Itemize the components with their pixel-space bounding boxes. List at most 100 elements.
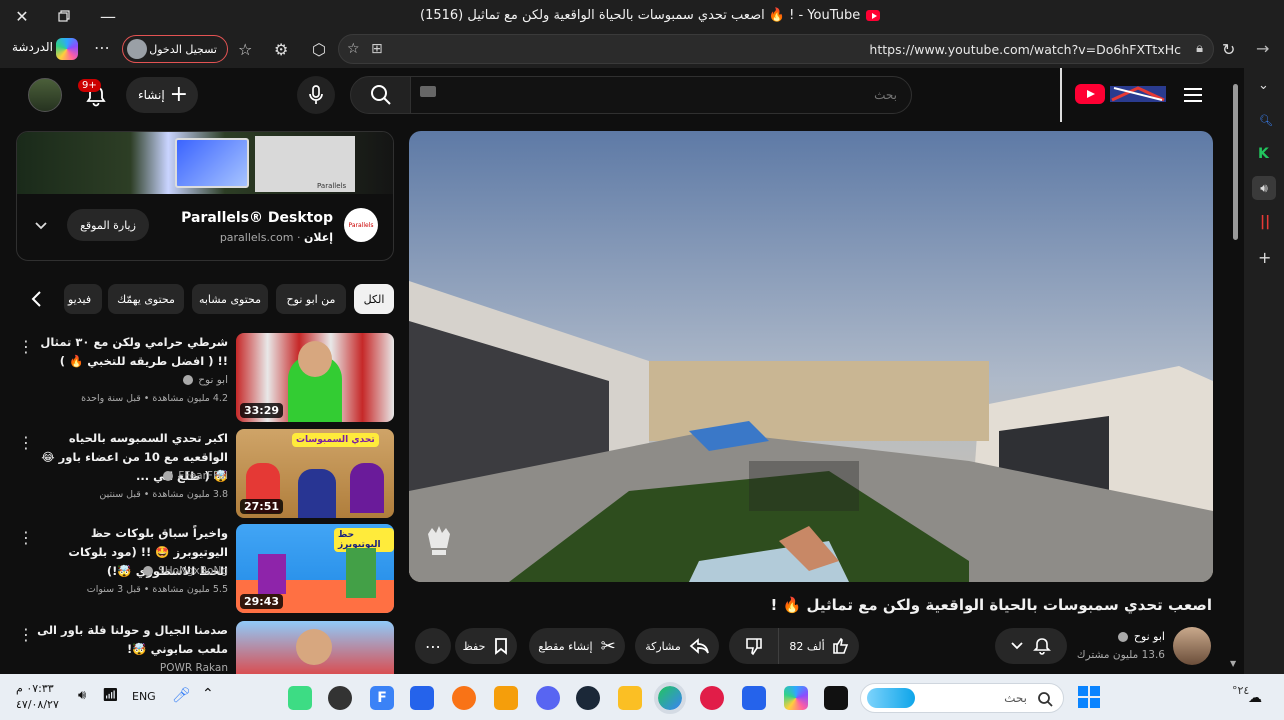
speaker-icon[interactable]: 🔊︎	[1252, 176, 1276, 200]
clock-time[interactable]: ٠٧:٣٣ م	[16, 682, 54, 695]
chip-videos[interactable]: فيديو	[64, 284, 102, 314]
favorites-icon[interactable]: ☆	[238, 40, 252, 59]
ad-card[interactable]: Parallels Parallels Parallels® Desktop إ…	[16, 131, 394, 261]
video-thumbnail[interactable]: تحدي السمبوسات 27:51	[236, 429, 394, 518]
app-icon-red[interactable]	[700, 686, 724, 710]
show-hidden-icons-icon[interactable]: ⌃	[202, 686, 214, 702]
more-options-icon[interactable]: ⋯	[94, 38, 110, 57]
kick-app-icon[interactable]: K	[1258, 146, 1269, 162]
save-button[interactable]: حفظ	[455, 628, 517, 664]
taskbar-search-box[interactable]: بحث	[860, 683, 1064, 713]
extensions-icon[interactable]: ⬡	[312, 40, 326, 59]
forward-icon[interactable]: →	[1256, 39, 1269, 58]
create-button[interactable]: إنشاء +	[126, 77, 198, 113]
recommendation-channel[interactable]: SHoNgxBoNg	[141, 565, 228, 577]
app-icon-f[interactable]: F	[370, 686, 394, 710]
channel-name[interactable]: ابو نوح	[1116, 630, 1165, 643]
chat-button[interactable]: الدردشة	[12, 40, 53, 54]
page-scrollbar[interactable]: ▼	[1230, 76, 1240, 674]
language-indicator[interactable]: ENG	[132, 690, 156, 703]
channel-avatar[interactable]	[1173, 627, 1211, 665]
hamburger-menu-icon[interactable]	[1182, 84, 1204, 106]
weather-icon[interactable]: ☁	[1248, 690, 1262, 706]
edge-browser-icon[interactable]	[654, 682, 686, 714]
signin-button[interactable]: تسجيل الدخول	[122, 35, 228, 63]
more-actions-icon[interactable]: ⋮	[18, 337, 34, 356]
recommendation-item[interactable]: صدمنا الجيال و حولنا فلة باور الى ملعب ص…	[16, 621, 394, 674]
youtube-logo-icon[interactable]	[1075, 84, 1105, 104]
chip-for-you[interactable]: محتوى يهمّك	[108, 284, 184, 314]
search-button[interactable]	[350, 76, 412, 114]
video-thumbnail[interactable]: حظ اليوتيوبرز 29:43	[236, 524, 394, 613]
discord-icon[interactable]	[536, 686, 560, 710]
youtube-doodle-logo[interactable]	[1108, 82, 1168, 106]
scrollbar-thumb[interactable]	[1233, 84, 1238, 240]
visit-site-button[interactable]: زيارة الموقع	[67, 209, 149, 241]
collections-icon[interactable]: ⚙	[274, 40, 288, 59]
ad-title[interactable]: Parallels® Desktop	[181, 210, 333, 226]
address-bar[interactable]: ☆ ⊞ https://www.youtube.com/watch?v=Do6h…	[338, 34, 1214, 64]
chevron-down-icon[interactable]	[33, 218, 49, 234]
more-actions-button[interactable]: ⋯	[415, 628, 451, 664]
video-thumbnail[interactable]	[236, 621, 394, 674]
minimize-window-icon[interactable]: —	[96, 4, 120, 28]
recommendation-item[interactable]: 33:29 شرطي حرامي ولكن مع ٣٠ تمثال !! ( ا…	[16, 333, 394, 423]
more-actions-icon[interactable]: ⋮	[18, 625, 34, 644]
recommendation-channel[interactable]: FFearFFul	[161, 470, 228, 482]
ad-banner-image[interactable]: Parallels	[17, 132, 393, 194]
channel-watermark-icon[interactable]	[424, 524, 454, 558]
app-icon-green[interactable]	[288, 686, 312, 710]
chevron-left-icon[interactable]	[30, 290, 44, 308]
lock-icon[interactable]: 🔒︎	[1196, 41, 1203, 56]
clip-button[interactable]: إنشاء مقطع ✂	[529, 628, 625, 664]
dislike-button[interactable]	[729, 628, 779, 664]
add-favorite-icon[interactable]: ☆	[347, 41, 360, 57]
recommendation-item[interactable]: تحدي السمبوسات 27:51 اكبر تحدي السمبوسه …	[16, 429, 394, 519]
scroll-down-icon[interactable]: ▼	[1230, 659, 1236, 668]
chip-related[interactable]: محتوى مشابه	[192, 284, 268, 314]
restore-window-icon[interactable]	[52, 4, 76, 28]
recommendation-title[interactable]: صدمنا الجيال و حولنا فلة باور الى ملعب ص…	[36, 621, 228, 659]
video-thumbnail[interactable]: 33:29	[236, 333, 394, 422]
clock-date[interactable]: ٤٧/٠٨/٢٧	[16, 698, 59, 711]
voice-typing-icon[interactable]: 🎤︎	[172, 686, 191, 704]
copilot-taskbar-icon[interactable]	[784, 686, 808, 710]
like-button[interactable]: 82 ألف	[781, 628, 859, 664]
windows-start-icon[interactable]	[1078, 686, 1100, 708]
close-window-icon[interactable]: ✕	[10, 4, 34, 28]
app-icon-dark[interactable]	[824, 686, 848, 710]
steam-icon[interactable]	[576, 686, 600, 710]
share-button[interactable]: مشاركة	[635, 628, 719, 664]
more-actions-icon[interactable]: ⋮	[18, 528, 34, 547]
recommendation-channel[interactable]: ابو نوح	[181, 374, 228, 386]
chip-from-channel[interactable]: من ابو نوح	[276, 284, 346, 314]
app-icon-circle[interactable]	[328, 686, 352, 710]
copilot-icon[interactable]	[56, 38, 78, 60]
account-avatar[interactable]	[28, 78, 62, 112]
recommendation-title[interactable]: شرطي حرامي ولكن مع ٣٠ تمثال !! ( افضل طر…	[36, 333, 228, 371]
pause-app-icon[interactable]: ||	[1260, 214, 1270, 230]
file-explorer-icon[interactable]	[618, 686, 642, 710]
recommendation-item[interactable]: حظ اليوتيوبرز 29:43 واخيراً سباق بلوكات …	[16, 524, 394, 614]
split-screen-icon[interactable]: ⊞	[371, 41, 383, 57]
more-actions-icon[interactable]: ⋮	[18, 433, 34, 452]
recommendation-channel[interactable]: POWR Rakan	[160, 662, 228, 674]
voice-search-button[interactable]	[297, 76, 335, 114]
reload-icon[interactable]: ↻	[1222, 40, 1235, 59]
face-graphic	[298, 341, 332, 377]
weather-temp[interactable]: °٢٤	[1232, 684, 1249, 697]
wifi-icon[interactable]: 📶︎	[102, 688, 119, 703]
app-icon-blue[interactable]	[410, 686, 434, 710]
chip-all[interactable]: الكل	[354, 284, 394, 314]
app-icon-orange[interactable]	[452, 686, 476, 710]
chevron-down-icon[interactable]: ⌄	[1258, 78, 1269, 93]
keyboard-icon[interactable]	[420, 86, 436, 97]
add-sidebar-app-icon[interactable]: +	[1258, 248, 1271, 267]
volume-icon[interactable]: 🔊︎	[78, 688, 86, 703]
microsoft-store-icon[interactable]	[742, 686, 766, 710]
subscription-notifications-button[interactable]	[995, 628, 1067, 664]
video-player[interactable]	[409, 131, 1213, 582]
app-icon-a[interactable]	[494, 686, 518, 710]
search-input[interactable]	[410, 76, 912, 114]
search-sidebar-icon[interactable]: 🔍︎	[1259, 114, 1273, 127]
